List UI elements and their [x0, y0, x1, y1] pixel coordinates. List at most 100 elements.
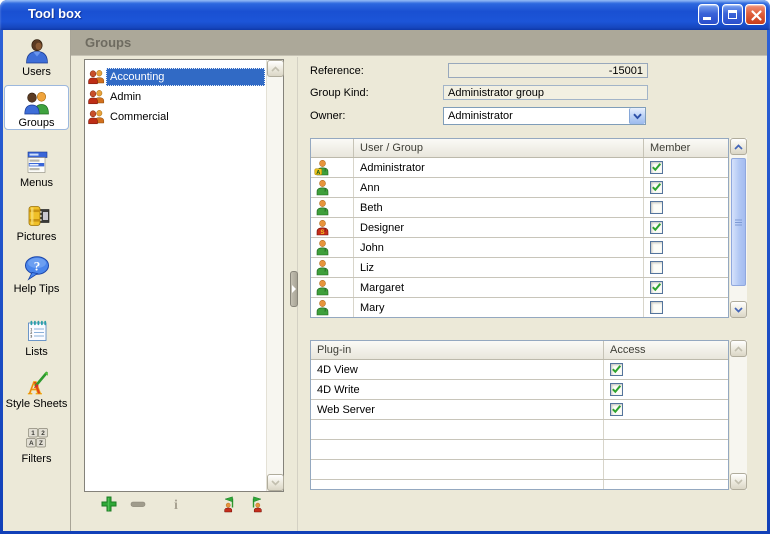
svg-text:Z: Z	[39, 440, 43, 447]
members-scrollbar[interactable]	[730, 138, 747, 318]
member-row-designer[interactable]: SDesigner	[311, 218, 728, 238]
group-list-item-commercial[interactable]: Commercial	[85, 107, 265, 127]
group-kind-field[interactable]: Administrator group	[443, 85, 648, 100]
user-icon	[24, 38, 50, 64]
member-checkbox[interactable]	[650, 161, 663, 174]
plugin-name: Web Server	[311, 400, 603, 419]
member-checkbox[interactable]	[650, 221, 663, 234]
group-name: Accounting	[106, 68, 265, 86]
plugin-row-4d-write[interactable]: 4D Write	[311, 380, 728, 400]
move-user-left-button[interactable]	[221, 495, 239, 513]
member-name: Mary	[353, 298, 643, 317]
groups-list[interactable]: AccountingAdminCommercial	[84, 59, 284, 492]
page-header: Groups	[71, 30, 767, 56]
owner-value: Administrator	[448, 110, 513, 122]
group-list-item-admin[interactable]: Admin	[85, 87, 265, 107]
svg-text:A: A	[316, 170, 320, 176]
access-checkbox[interactable]	[610, 383, 623, 396]
svg-text:S: S	[320, 229, 324, 236]
sidebar-item-lists[interactable]: 123Lists	[4, 315, 69, 358]
chevron-down-icon[interactable]	[629, 108, 645, 124]
titlebar[interactable]: Tool box	[0, 0, 770, 30]
member-checkbox[interactable]	[650, 261, 663, 274]
sidebar-item-menus[interactable]: Menus	[4, 146, 69, 189]
close-icon	[749, 8, 764, 26]
close-button[interactable]	[745, 4, 766, 25]
minimize-button[interactable]	[698, 4, 719, 25]
reference-field: -15001	[448, 63, 648, 78]
sidebar-item-users[interactable]: Users	[4, 35, 69, 78]
member-checkbox[interactable]	[650, 241, 663, 254]
member-row-ann[interactable]: Ann	[311, 178, 728, 198]
svg-text:1: 1	[31, 430, 35, 437]
sidebar-item-filters[interactable]: 12AZ Filters	[4, 422, 69, 465]
plugins-table: Plug-in Access 4D View4D WriteWeb Server	[310, 340, 729, 490]
plugin-name: 4D View	[311, 360, 603, 379]
column-plugin: Plug-in	[311, 341, 603, 359]
sidebar-item-label: Filters	[4, 453, 69, 465]
member-row-mary[interactable]: Mary	[311, 298, 728, 318]
svg-text:2: 2	[41, 430, 45, 437]
member-checkbox[interactable]	[650, 301, 663, 314]
group-name: Commercial	[106, 108, 265, 126]
svg-text:?: ?	[33, 259, 40, 274]
members-table-header: User / Group Member	[311, 139, 728, 158]
info-icon: i	[167, 504, 185, 516]
splitter-handle[interactable]	[290, 271, 298, 307]
window-title: Tool box	[28, 6, 81, 21]
sidebar-item-groups[interactable]: Groups	[4, 85, 69, 130]
groups-list-scrollbar	[266, 60, 283, 491]
member-row-administrator[interactable]: AAdministrator	[311, 158, 728, 178]
access-checkbox[interactable]	[610, 363, 623, 376]
plugin-row-4d-view[interactable]: 4D View	[311, 360, 728, 380]
group-red-icon	[88, 68, 105, 85]
member-name: John	[353, 238, 643, 257]
user-green-icon	[311, 258, 353, 277]
move-user-right-button[interactable]	[247, 495, 265, 513]
style-icon: A	[24, 370, 50, 396]
scroll-down-icon	[730, 473, 747, 490]
plugin-name: 4D Write	[311, 380, 603, 399]
add-group-button[interactable]	[100, 495, 118, 513]
member-row-john[interactable]: John	[311, 238, 728, 258]
info-button: i	[167, 495, 185, 513]
sidebar-item-label: Lists	[4, 346, 69, 358]
scroll-up-icon[interactable]	[730, 138, 747, 155]
svg-text:3: 3	[30, 334, 32, 338]
member-row-liz[interactable]: Liz	[311, 258, 728, 278]
user-green-icon	[311, 198, 353, 217]
plugin-row-web-server[interactable]: Web Server	[311, 400, 728, 420]
user-green-icon	[311, 278, 353, 297]
member-checkbox[interactable]	[650, 281, 663, 294]
sidebar-item-style-sheets[interactable]: AStyle Sheets	[4, 367, 69, 410]
member-row-beth[interactable]: Beth	[311, 198, 728, 218]
maximize-button[interactable]	[722, 4, 743, 25]
sidebar-item-help-tips[interactable]: ? Help Tips	[4, 252, 69, 295]
sidebar-item-pictures[interactable]: Pictures	[4, 200, 69, 243]
minus-icon	[129, 504, 147, 516]
member-name: Ann	[353, 178, 643, 197]
access-checkbox[interactable]	[610, 403, 623, 416]
member-checkbox[interactable]	[650, 201, 663, 214]
svg-text:A: A	[29, 440, 34, 447]
member-checkbox[interactable]	[650, 181, 663, 194]
user-arrow-left-icon	[221, 504, 239, 516]
group-red-icon	[88, 88, 105, 105]
plus-icon	[100, 504, 118, 516]
sidebar: Users Groups Menus Pictures? Help Tips 12 3 Lis…	[3, 30, 71, 531]
scrollbar-thumb[interactable]	[731, 158, 746, 286]
content-area: UsersGroupsMenusPictures?Help Tips123Lis…	[3, 30, 767, 531]
member-row-margaret[interactable]: Margaret	[311, 278, 728, 298]
sidebar-item-label: Help Tips	[4, 283, 69, 295]
film-icon	[24, 203, 50, 229]
user-green-icon	[311, 298, 353, 317]
column-user-group: User / Group	[353, 139, 643, 157]
sidebar-item-label: Pictures	[4, 231, 69, 243]
scroll-up-icon	[267, 60, 284, 77]
plugins-table-header: Plug-in Access	[311, 341, 728, 360]
help-bubble-icon: ?	[24, 255, 50, 281]
reference-label: Reference:	[310, 65, 364, 77]
owner-dropdown[interactable]: Administrator	[443, 107, 646, 125]
scroll-down-icon[interactable]	[730, 301, 747, 318]
group-list-item-accounting[interactable]: Accounting	[85, 67, 265, 87]
